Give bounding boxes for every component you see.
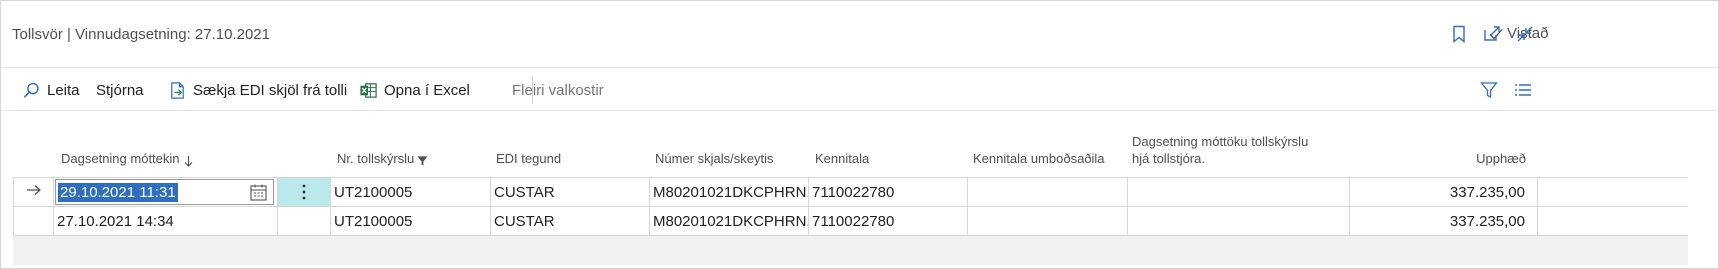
row-indicator[interactable] <box>13 178 54 206</box>
column-label: EDI tegund <box>496 151 562 166</box>
row-actions-cell[interactable] <box>278 207 331 235</box>
filter-applied-icon <box>417 156 428 166</box>
column-header-declaration-no[interactable]: Nr. tollskýrslu <box>337 127 487 175</box>
column-label: Kennitala umboðsaðila <box>973 151 1105 166</box>
search-label: Leita <box>47 81 80 99</box>
column-label: Dagsetning móttöku tollskýrslu hjá tolls… <box>1132 134 1309 166</box>
column-label: Kennitala <box>815 151 870 166</box>
calendar-icon[interactable] <box>249 183 268 202</box>
declaration-no-cell[interactable]: UT2100005 <box>331 178 491 206</box>
manage-menu[interactable]: Stjórna <box>96 68 144 112</box>
collapse-icon <box>1517 26 1533 42</box>
open-in-new-window-icon <box>1484 26 1500 41</box>
grid-header: Dagsetning móttekin Nr. tollskýrslu EDI … <box>13 127 1688 175</box>
column-header-received-date[interactable]: Dagsetning móttekin <box>61 127 278 175</box>
open-excel-button[interactable]: Opna í Excel <box>359 68 470 112</box>
edi-type-cell[interactable]: CUSTAR <box>491 178 650 206</box>
table-row[interactable]: 29.10.2021 11:31 UT2100005 CUSTAR M80201… <box>13 178 1688 207</box>
edi-type-cell[interactable]: CUSTAR <box>491 207 650 235</box>
import-document-icon <box>171 81 184 99</box>
page-header: Tollsvör | Vinnudagsetning: 27.10.2021 V… <box>1 1 1718 65</box>
page-frame: Tollsvör | Vinnudagsetning: 27.10.2021 V… <box>0 0 1719 269</box>
column-label: Númer skjals/skeytis <box>655 151 774 166</box>
list-view-icon <box>1515 84 1531 96</box>
id-no-cell[interactable]: 7110022780 <box>809 207 968 235</box>
id-no-cell[interactable]: 7110022780 <box>809 178 968 206</box>
document-no-cell[interactable]: M80201021DKCPHRN... <box>650 207 809 235</box>
column-header-document-no[interactable]: Númer skjals/skeytis <box>655 127 805 175</box>
sort-descending-icon <box>184 156 192 167</box>
agent-id-no-cell[interactable] <box>968 207 1128 235</box>
fetch-edi-button[interactable]: Sækja EDI skjöl frá tolli <box>168 68 347 112</box>
filter-pane-button[interactable] <box>1478 79 1500 101</box>
bookmark-icon <box>1453 25 1465 43</box>
manage-label: Stjórna <box>96 81 144 99</box>
more-vertical-icon <box>302 184 306 200</box>
document-no-cell[interactable]: M80201021DKCPHRN... <box>650 178 809 206</box>
filter-icon <box>1480 82 1498 99</box>
table-row[interactable]: 27.10.2021 14:34 UT2100005 CUSTAR M80201… <box>13 207 1688 236</box>
arrow-right-icon <box>26 185 41 195</box>
column-header-amount[interactable]: Upphæð <box>1353 127 1526 175</box>
declaration-no-cell[interactable]: UT2100005 <box>331 207 491 235</box>
amount-cell[interactable]: 337.235,00 <box>1350 207 1538 235</box>
column-label: Nr. tollskýrslu <box>337 151 415 166</box>
bookmark-button[interactable] <box>1448 23 1470 45</box>
open-in-new-window-button[interactable] <box>1481 23 1503 45</box>
column-header-id-no[interactable]: Kennitala <box>815 127 965 175</box>
received-date-value: 29.10.2021 11:31 <box>58 182 178 202</box>
column-header-agent-id-no[interactable]: Kennitala umboðsaðila <box>973 127 1128 175</box>
received-date-cell[interactable]: 29.10.2021 11:31 <box>54 178 278 206</box>
agent-id-no-cell[interactable] <box>968 178 1128 206</box>
column-label: Dagsetning móttekin <box>61 151 180 166</box>
fetch-edi-label: Sækja EDI skjöl frá tolli <box>193 81 348 99</box>
grid-body: 29.10.2021 11:31 UT2100005 CUSTAR M80201… <box>13 177 1688 265</box>
amount-cell[interactable]: 337.235,00 <box>1350 178 1538 206</box>
search-button[interactable]: Leita <box>22 68 80 112</box>
collapse-button[interactable] <box>1514 23 1536 45</box>
search-icon <box>23 82 39 98</box>
more-options-label: Fleiri valkostir <box>512 81 604 99</box>
row-actions-button[interactable] <box>278 178 331 206</box>
received-date-cell[interactable]: 27.10.2021 14:34 <box>54 207 278 235</box>
more-options-button[interactable]: Fleiri valkostir <box>512 68 604 112</box>
column-label: Upphæð <box>1476 151 1526 166</box>
customs-received-date-cell[interactable] <box>1128 207 1350 235</box>
action-bar: Leita Stjórna Sækja EDI skjöl frá tolli … <box>1 67 1718 111</box>
list-view-button[interactable] <box>1512 79 1534 101</box>
customs-received-date-cell[interactable] <box>1128 178 1350 206</box>
column-header-edi-type[interactable]: EDI tegund <box>496 127 646 175</box>
received-date-input[interactable]: 29.10.2021 11:31 <box>55 179 274 205</box>
page-title: Tollsvör | Vinnudagsetning: 27.10.2021 <box>12 26 270 43</box>
row-indicator[interactable] <box>13 207 54 235</box>
column-header-customs-received-date[interactable]: Dagsetning móttöku tollskýrslu hjá tolls… <box>1132 127 1322 175</box>
excel-icon <box>360 82 377 98</box>
open-excel-label: Opna í Excel <box>384 81 470 99</box>
